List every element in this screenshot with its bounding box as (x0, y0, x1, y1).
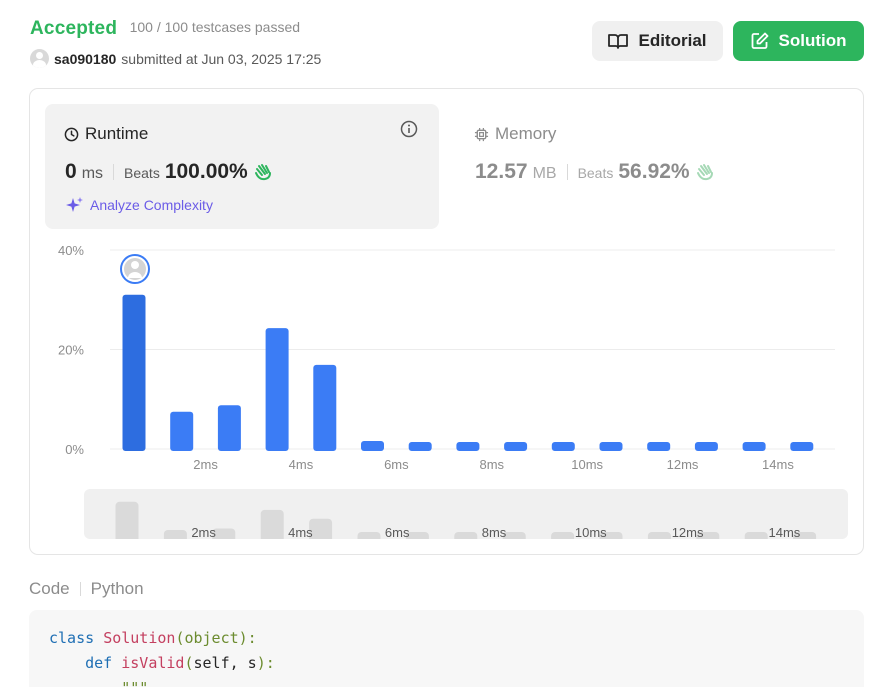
chart-bar[interactable] (599, 442, 623, 451)
chart-bar[interactable] (217, 405, 241, 451)
y-tick-label: 0% (65, 442, 84, 457)
your-submission-marker (120, 254, 150, 284)
code-header: Code Python (29, 579, 144, 599)
mini-x-label: 8ms (482, 525, 507, 539)
mini-bar (454, 532, 478, 539)
chart-bar[interactable] (122, 294, 146, 451)
mini-bar (357, 532, 381, 539)
chart-bar[interactable] (408, 442, 432, 451)
chart-bar[interactable] (551, 442, 575, 451)
mini-bar (115, 501, 139, 539)
mini-x-label: 6ms (385, 525, 410, 539)
mini-bar (551, 532, 575, 539)
chart-bar[interactable] (361, 441, 384, 451)
code-line: """ (49, 676, 844, 687)
code-line: def isValid(self, s): (85, 654, 275, 672)
x-tick-label: 4ms (289, 457, 314, 472)
chart-bar[interactable] (170, 411, 194, 451)
code-block[interactable]: class Solution(object): def isValid(self… (29, 610, 864, 687)
mini-x-label: 10ms (575, 525, 607, 539)
code-tab[interactable]: Code (29, 579, 70, 599)
mini-x-label: 2ms (191, 525, 216, 539)
divider (79, 582, 81, 596)
chart-bar[interactable] (265, 328, 289, 451)
x-tick-label: 14ms (762, 457, 794, 472)
mini-bar (744, 532, 768, 539)
chart-bar[interactable] (790, 442, 814, 451)
chart-bar[interactable] (647, 442, 671, 451)
mini-x-label: 12ms (672, 525, 704, 539)
x-tick-label: 6ms (384, 457, 409, 472)
chart-bar[interactable] (504, 442, 528, 451)
x-tick-label: 10ms (571, 457, 603, 472)
x-tick-label: 2ms (193, 457, 218, 472)
chart-bar[interactable] (694, 442, 718, 451)
mini-x-label: 4ms (288, 525, 313, 539)
mini-bar (260, 509, 284, 539)
language-label: Python (90, 579, 144, 598)
chart-bar[interactable] (456, 442, 480, 451)
chart-range-navigator[interactable]: 2ms 4ms 6ms 8ms 10ms 12ms 14ms (84, 489, 848, 539)
x-tick-label: 8ms (479, 457, 504, 472)
y-tick-label: 20% (58, 343, 84, 358)
chart-bar[interactable] (742, 442, 766, 451)
chart-bar[interactable] (313, 364, 337, 451)
y-tick-label: 40% (58, 243, 84, 258)
mini-bar (647, 532, 671, 539)
runtime-distribution-chart[interactable]: 40% 20% 0% 2ms 4ms 6ms 8ms 10ms 12ms 14ms (0, 0, 889, 560)
mini-bar (163, 530, 187, 539)
mini-x-label: 14ms (769, 525, 801, 539)
code-line: class Solution(object): (49, 629, 257, 647)
x-tick-label: 12ms (667, 457, 699, 472)
